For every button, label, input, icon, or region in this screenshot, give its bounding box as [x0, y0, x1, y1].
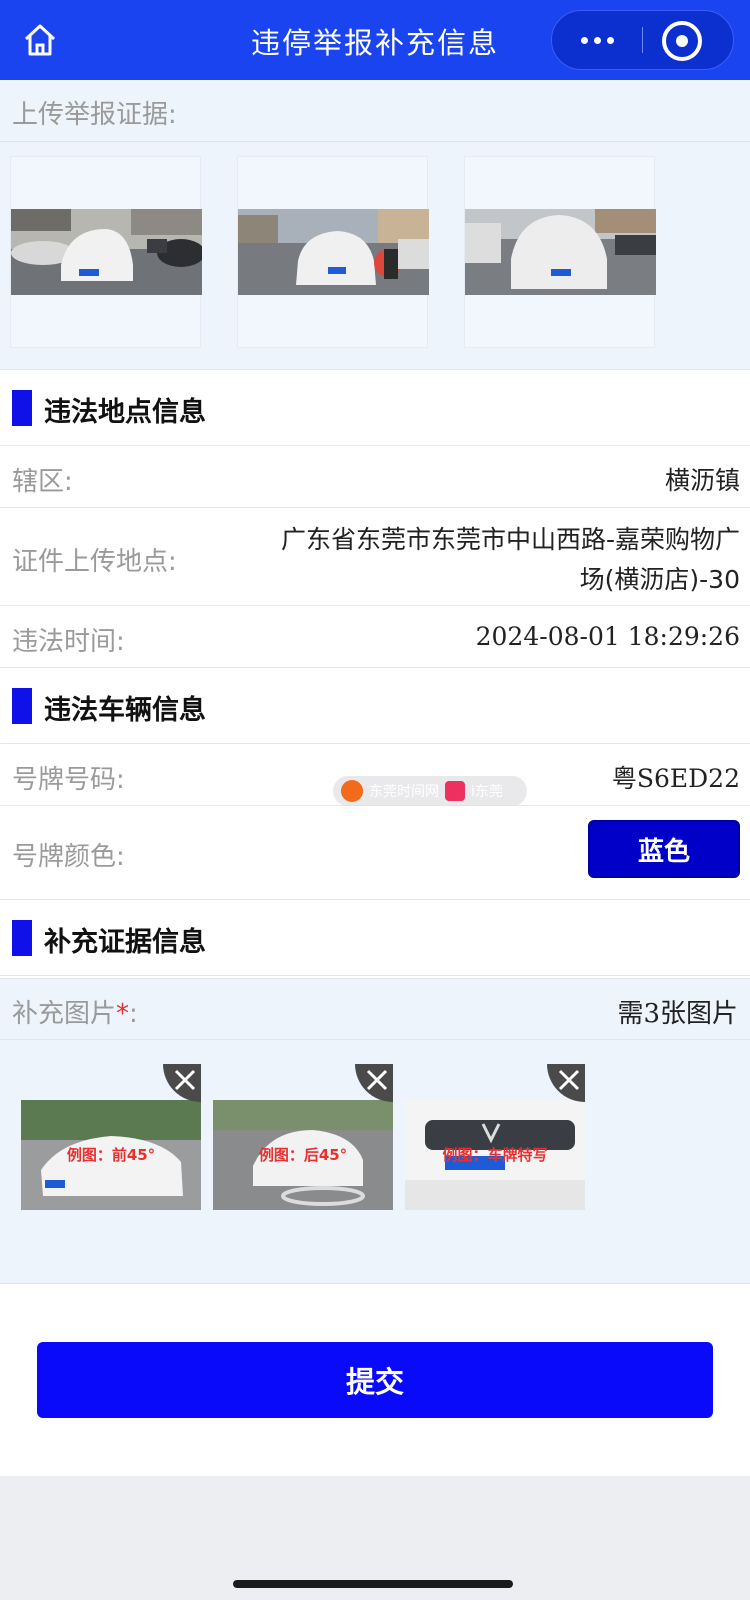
plate-number-label: 号牌号码:: [12, 765, 125, 795]
plate-color-row: 号牌颜色: 蓝色: [0, 806, 750, 900]
more-button[interactable]: [552, 11, 642, 69]
supplement-pictures-label: 补充图片*:: [12, 993, 138, 1030]
label-colon: :: [129, 999, 138, 1029]
supplement-section-header: 补充证据信息: [0, 900, 750, 976]
section-marker: [12, 920, 32, 956]
evidence-photo-2[interactable]: [237, 156, 429, 348]
delete-image-button[interactable]: [355, 1064, 393, 1102]
submit-button[interactable]: 提交: [37, 1342, 713, 1418]
more-dots-icon: [580, 36, 588, 44]
mini-program-capsule: [551, 10, 734, 70]
mini-program-close-icon[interactable]: [662, 21, 702, 61]
more-dot: [593, 36, 601, 44]
time-label: 违法时间:: [12, 627, 125, 657]
close-icon: [366, 1069, 388, 1091]
upload-evidence-label: 上传举报证据:: [12, 100, 177, 130]
top-navbar: 违停举报补充信息: [0, 0, 750, 80]
delete-image-button[interactable]: [547, 1064, 585, 1102]
place-row: 证件上传地点: 广东省东莞市东莞市中山西路-嘉荣购物广 场(横沥店)-30: [0, 508, 750, 606]
location-section-title: 违法地点信息: [44, 397, 206, 428]
plate-color-label: 号牌颜色:: [12, 842, 125, 872]
watermark-logo-icon: [341, 780, 363, 802]
district-value: 横沥镇: [664, 466, 740, 495]
close-icon: [558, 1069, 580, 1091]
delete-image-button[interactable]: [163, 1064, 201, 1102]
home-icon: [24, 24, 56, 56]
home-button[interactable]: [20, 20, 60, 60]
supplement-pictures-row: 补充图片*: 需3张图片: [0, 978, 750, 1040]
supplement-image-caption: 例图：前45°: [66, 1146, 156, 1164]
close-icon: [174, 1069, 196, 1091]
supplement-image-caption: 例图：后45°: [258, 1146, 348, 1164]
section-marker: [12, 688, 32, 724]
supplement-image-1[interactable]: 例图：前45°: [21, 1064, 201, 1210]
supplement-pictures-hint: 需3张图片: [617, 999, 738, 1029]
time-value: 2024-08-01 18:29:26: [475, 622, 740, 651]
evidence-photo-1[interactable]: [10, 156, 202, 348]
plate-color-button[interactable]: 蓝色: [588, 820, 740, 878]
watermark: 东莞时间网 i东莞: [333, 776, 527, 806]
more-dot: [606, 36, 614, 44]
plate-number-value: 粤S6ED22: [611, 764, 740, 793]
vehicle-section-header: 违法车辆信息: [0, 668, 750, 744]
location-section-header: 违法地点信息: [0, 370, 750, 446]
watermark-logo-2-icon: [445, 781, 465, 801]
evidence-photo-image: [465, 209, 656, 295]
evidence-photo-3[interactable]: [464, 156, 656, 348]
evidence-photo-image: [11, 209, 202, 295]
district-label: 辖区:: [12, 467, 73, 497]
supplement-image-3[interactable]: 例图：车牌特写: [405, 1064, 585, 1210]
time-row: 违法时间: 2024-08-01 18:29:26: [0, 606, 750, 668]
page: 违停举报补充信息 上传举报证据: 违法地点信息 辖区: 横沥镇 证件上传地点: …: [0, 0, 750, 1600]
upload-evidence-header: 上传举报证据:: [0, 80, 750, 142]
watermark-text-2: i东莞: [471, 784, 503, 800]
capsule-divider: [642, 27, 643, 53]
required-mark: *: [116, 999, 130, 1029]
supplement-image-caption: 例图：车牌特写: [442, 1146, 548, 1164]
section-marker: [12, 390, 32, 426]
place-value-line2: 场(横沥店)-30: [579, 565, 740, 594]
supplement-image-2[interactable]: 例图：后45°: [213, 1064, 393, 1210]
place-label: 证件上传地点:: [12, 547, 177, 577]
vehicle-section-title: 违法车辆信息: [44, 695, 206, 726]
home-indicator[interactable]: [233, 1580, 513, 1588]
supplement-section-title: 补充证据信息: [44, 927, 206, 958]
supplement-image-grid: 例图：前45° 例图：后45° 例图：车牌特写: [0, 1040, 750, 1284]
watermark-text-1: 东莞时间网: [369, 784, 439, 800]
evidence-photo-grid: [0, 142, 750, 370]
evidence-photo-image: [238, 209, 429, 295]
place-value-line1: 广东省东莞市东莞市中山西路-嘉荣购物广: [280, 525, 740, 554]
supplement-pictures-label-text: 补充图片: [12, 999, 117, 1029]
district-row: 辖区: 横沥镇: [0, 446, 750, 508]
